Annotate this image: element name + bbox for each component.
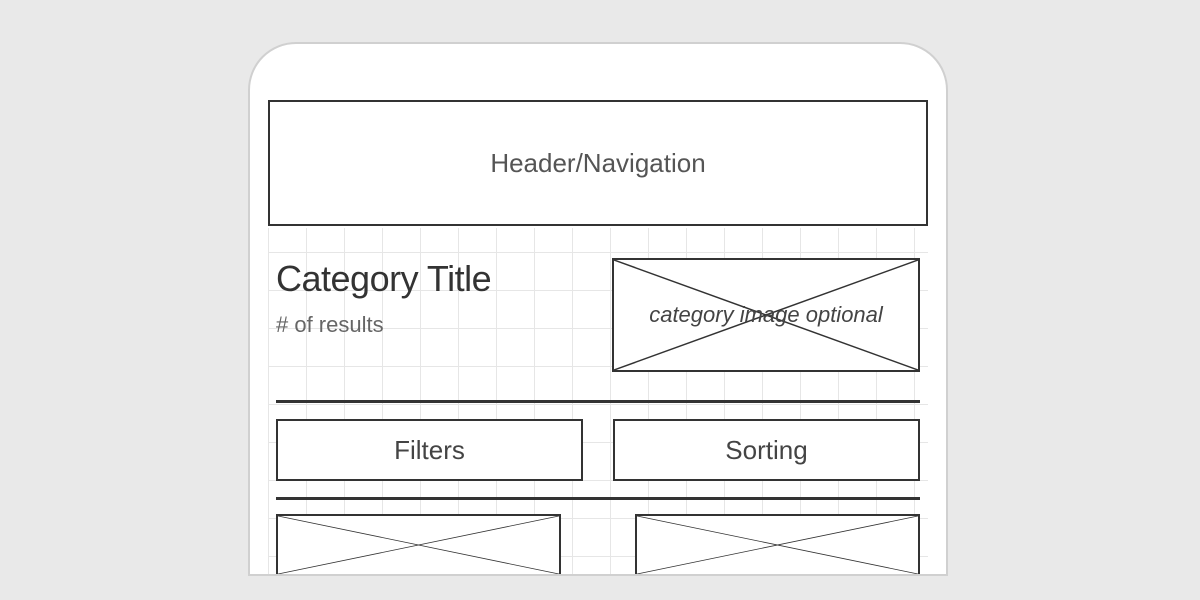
header-label: Header/Navigation (490, 148, 705, 179)
product-card[interactable] (635, 514, 920, 574)
header-navigation-block[interactable]: Header/Navigation (268, 100, 928, 226)
category-title: Category Title (276, 258, 586, 300)
product-card[interactable] (276, 514, 561, 574)
sorting-button[interactable]: Sorting (613, 419, 920, 481)
controls-row: Filters Sorting (268, 403, 928, 497)
category-title-column: Category Title # of results (276, 258, 586, 338)
device-frame: Header/Navigation Category Title # of re… (248, 42, 948, 576)
category-image-placeholder: category image optional (612, 258, 920, 372)
category-image-label: category image optional (649, 302, 883, 328)
filters-button-label: Filters (394, 435, 465, 466)
placeholder-cross-icon (637, 516, 918, 574)
results-count-label: # of results (276, 312, 586, 338)
wireframe-canvas: Header/Navigation Category Title # of re… (268, 100, 928, 574)
filters-button[interactable]: Filters (276, 419, 583, 481)
category-title-row: Category Title # of results category ima… (268, 226, 928, 400)
sorting-button-label: Sorting (725, 435, 807, 466)
product-grid-row (268, 500, 928, 574)
placeholder-cross-icon (278, 516, 559, 574)
